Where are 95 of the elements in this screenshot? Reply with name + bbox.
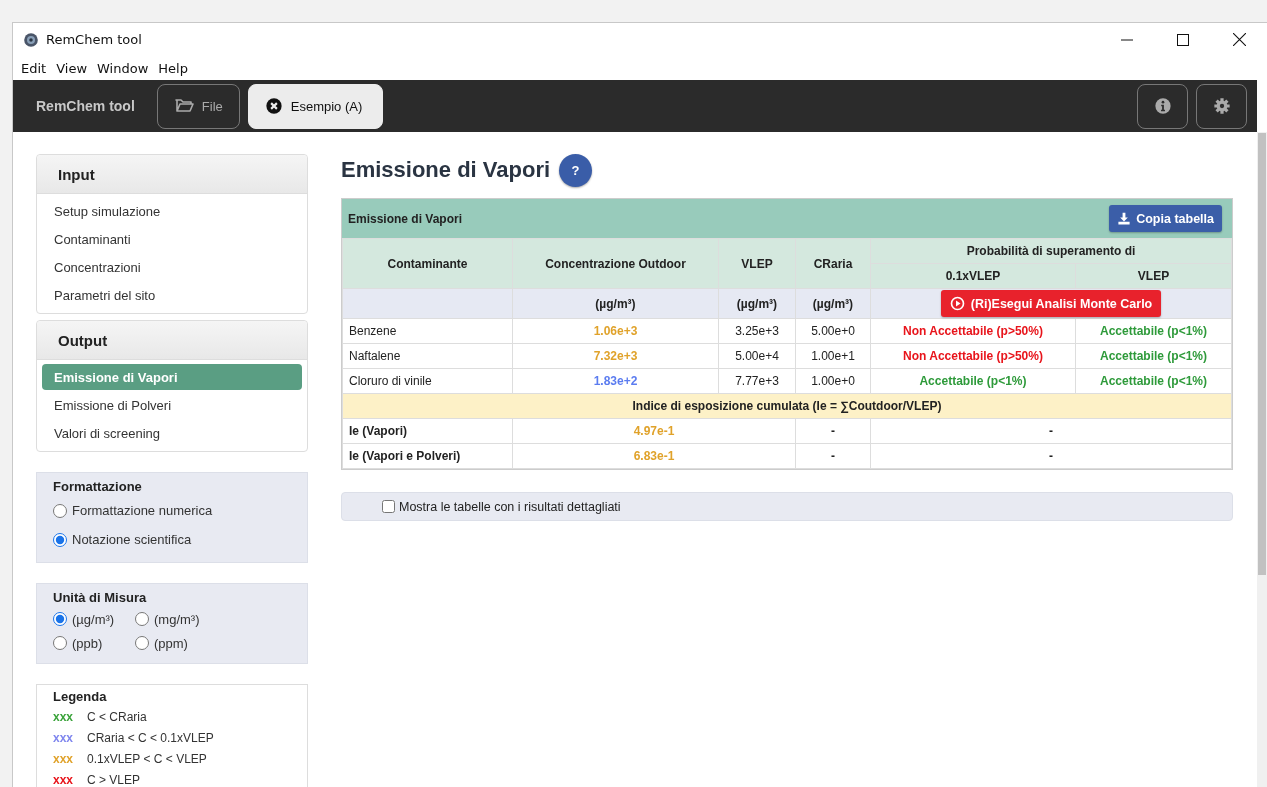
nav-item[interactable]: Concentrazioni (42, 253, 302, 281)
nav-item[interactable]: Emissione di Polveri (42, 391, 302, 419)
column-header: 0.1xVLEP (870, 263, 1076, 289)
legend-label: CRaria < C < 0.1xVLEP (87, 730, 214, 745)
panel-title: Legenda (53, 689, 108, 704)
legend-label: 0.1xVLEP < C < VLEP (87, 751, 207, 766)
radio-label: Notazione scientifica (72, 532, 192, 547)
window-title: RemChem tool (46, 32, 142, 47)
table-cell: Ie (Vapori e Polveri) (342, 443, 513, 469)
table-cell: - (870, 418, 1232, 444)
column-header: Concentrazione Outdoor (512, 238, 719, 289)
play-icon (949, 296, 965, 311)
maximize-icon (1177, 33, 1189, 46)
column-header: Probabilità di superamento di (870, 238, 1232, 264)
radio-label: (mg/m³) (154, 611, 200, 627)
close-icon (1232, 33, 1246, 46)
panel-header: Input (37, 155, 307, 194)
column-header: VLEP (718, 238, 796, 289)
legend-swatch: xxx (53, 730, 73, 745)
settings-button[interactable] (1196, 83, 1247, 129)
unit-cell: (µg/m³) (795, 288, 871, 319)
copy-table-button[interactable]: Copia tabella (1109, 205, 1222, 232)
panel-header: Output (37, 321, 307, 360)
download-icon (1117, 211, 1132, 226)
radio-button[interactable] (53, 612, 67, 626)
settings-icon (1212, 97, 1231, 115)
table-cell: 4.97e-1 (512, 418, 796, 444)
nav-item[interactable]: Setup simulazione (42, 197, 302, 225)
table-section-header: Indice di esposizione cumulata (Ie = ∑Coutdoor/VLEP) (342, 393, 1232, 419)
radio-label: (ppm) (154, 635, 188, 651)
info-icon (1153, 97, 1172, 115)
radio-label: (ppb) (72, 635, 103, 651)
legend-label: C < CRaria (87, 709, 147, 724)
menu-item[interactable]: Edit (16, 60, 52, 76)
table-title: Emissione di Vapori (348, 211, 463, 226)
table-cell: Non Accettabile (p>50%) (870, 343, 1076, 369)
table-cell: - (795, 443, 871, 469)
menu-item[interactable]: Window (92, 60, 154, 76)
legend-label: C > VLEP (87, 772, 141, 787)
radio-button[interactable] (53, 503, 67, 518)
nav-item[interactable]: Valori di screening (42, 419, 302, 447)
app-title: RemChem tool (36, 98, 135, 114)
toolbar-tab[interactable]: Esempio (A) (247, 83, 384, 129)
table-cell: Accettabile (p<1%) (1075, 343, 1232, 369)
table-cell: Accettabile (p<1%) (1075, 318, 1232, 344)
table-cell: 5.00e+4 (718, 343, 796, 369)
close-icon (264, 97, 283, 115)
table-cell: Non Accettabile (p>50%) (870, 318, 1076, 344)
column-header: Contaminante (342, 238, 513, 289)
monte-carlo-button[interactable]: (Ri)Esegui Analisi Monte Carlo (940, 290, 1162, 317)
scrollbar-thumb[interactable] (1258, 133, 1266, 575)
radio-button[interactable] (53, 636, 67, 650)
table-cell: 7.32e+3 (512, 343, 719, 369)
legend-swatch: xxx (53, 751, 73, 766)
menu-item[interactable]: Help (153, 60, 193, 76)
unit-cell: (µg/m³) (718, 288, 796, 319)
table-cell: Cloruro di vinile (342, 368, 513, 394)
column-header: VLEP (1075, 263, 1232, 289)
app-icon (23, 31, 39, 48)
table-cell: 6.83e-1 (512, 443, 796, 469)
legend-swatch: xxx (53, 772, 73, 787)
table-cell: 5.00e+0 (795, 318, 871, 344)
column-header: CRaria (795, 238, 871, 289)
table-cell: Benzene (342, 318, 513, 344)
radio-button[interactable] (53, 532, 67, 547)
table-cell: Accettabile (p<1%) (870, 368, 1076, 394)
nav-item[interactable]: Contaminanti (42, 225, 302, 253)
panel-title: Formattazione (53, 479, 143, 494)
menu-item[interactable]: View (51, 60, 93, 76)
table-cell: Naftalene (342, 343, 513, 369)
radio-label: (µg/m³) (72, 611, 115, 627)
page-title: Emissione di Vapori (341, 157, 551, 183)
minimize-icon (1121, 38, 1133, 41)
help-button[interactable]: ? (559, 153, 593, 187)
table-cell: 1.06e+3 (512, 318, 719, 344)
checkbox-label: Mostra le tabelle con i risultati dettagliati (399, 499, 621, 514)
table-cell: 7.77e+3 (718, 368, 796, 394)
table-cell: 1.83e+2 (512, 368, 719, 394)
table-cell: Accettabile (p<1%) (1075, 368, 1232, 394)
unit-cell: (µg/m³) (512, 288, 719, 319)
table-cell: 3.25e+3 (718, 318, 796, 344)
radio-button[interactable] (135, 636, 149, 650)
legend-swatch: xxx (53, 709, 73, 724)
panel-title: Unità di Misura (53, 590, 148, 605)
table-cell: - (870, 443, 1232, 469)
table-cell: - (795, 418, 871, 444)
info-button[interactable] (1137, 83, 1188, 129)
table-cell: 1.00e+1 (795, 343, 871, 369)
table-cell: 1.00e+0 (795, 368, 871, 394)
checkbox[interactable] (382, 500, 395, 513)
table-cell: Ie (Vapori) (342, 418, 513, 444)
toolbar-tab[interactable]: File (156, 83, 240, 129)
radio-label: Formattazione numerica (72, 503, 213, 518)
nav-item[interactable]: Parametri del sito (42, 281, 302, 309)
radio-button[interactable] (135, 612, 149, 626)
